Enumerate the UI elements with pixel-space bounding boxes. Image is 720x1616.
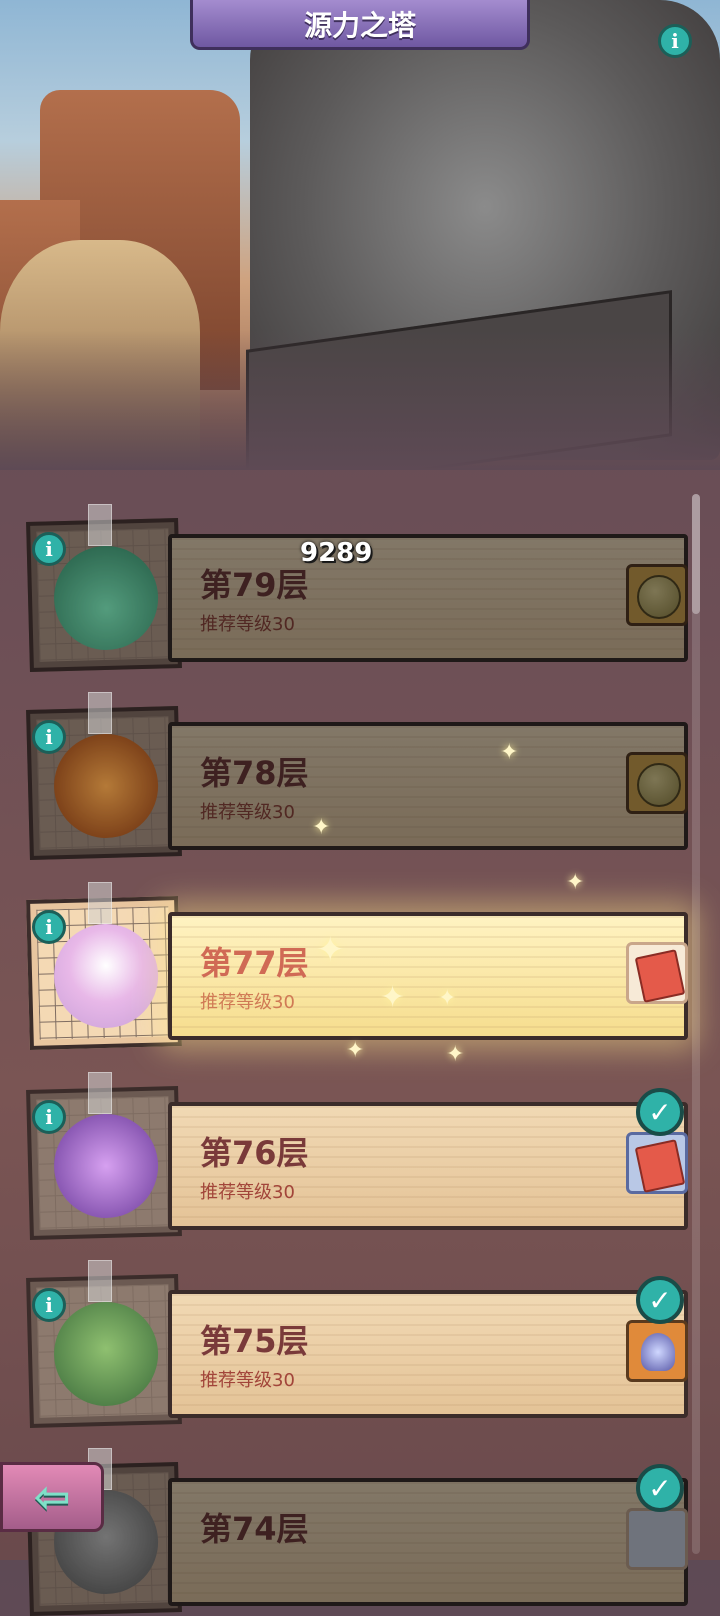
floor-row-76[interactable]: 第76层 推荐等级30 i ✓ — [26, 1072, 688, 1240]
floor-card: 第77层 推荐等级30 — [168, 912, 688, 1040]
info-icon[interactable]: i — [32, 1288, 66, 1322]
floor-label: 第75层 — [200, 1322, 309, 1360]
floor-row-74[interactable]: 第74层 ✓ — [26, 1448, 688, 1616]
floor-card: 第76层 推荐等级30 — [168, 1102, 688, 1230]
reward-book-icon[interactable] — [626, 1132, 688, 1194]
sparkle-icon: ✦ — [500, 740, 519, 765]
recommended-level: 推荐等级30 — [200, 1182, 295, 1203]
reward-clock-icon[interactable] — [626, 1508, 688, 1570]
floor-label: 第79层 — [200, 566, 309, 604]
sparkle-icon: ✦ — [346, 1038, 365, 1063]
sparkle-icon: ✦ — [316, 930, 345, 970]
sparkle-icon: ✦ — [566, 870, 585, 895]
check-icon: ✓ — [636, 1088, 684, 1136]
recommended-level: 推荐等级30 — [200, 614, 295, 635]
info-icon[interactable]: i — [32, 1100, 66, 1134]
recommended-level: 推荐等级30 — [200, 1370, 295, 1391]
reward-coin-icon[interactable] — [626, 564, 688, 626]
reward-book-icon[interactable] — [626, 942, 688, 1004]
sparkle-icon: ✦ — [438, 986, 457, 1011]
info-icon[interactable]: i — [32, 720, 66, 754]
check-icon: ✓ — [636, 1464, 684, 1512]
floor-row-75[interactable]: 第75层 推荐等级30 i ✓ — [26, 1260, 688, 1428]
info-icon[interactable]: i — [32, 532, 66, 566]
title-banner: 源力之塔 — [190, 0, 530, 50]
sparkle-icon: ✦ — [312, 815, 331, 840]
check-icon: ✓ — [636, 1276, 684, 1324]
floor-card: 第74层 — [168, 1478, 688, 1606]
floor-label: 第78层 — [200, 754, 309, 792]
recommended-level: 推荐等级30 — [200, 992, 295, 1013]
back-button[interactable]: ⇦ — [0, 1462, 104, 1532]
floor-label: 第77层 — [200, 944, 309, 982]
reward-crystal-icon[interactable] — [626, 1320, 688, 1382]
damage-popup: 9289 — [300, 538, 373, 568]
floor-row-77[interactable]: 第77层 推荐等级30 i — [26, 882, 688, 1050]
reward-coin-icon[interactable] — [626, 752, 688, 814]
floor-label: 第74层 — [200, 1510, 309, 1548]
floor-card: 第75层 推荐等级30 — [168, 1290, 688, 1418]
info-icon[interactable]: i — [32, 910, 66, 944]
hero-illustration — [0, 0, 720, 470]
recommended-level: 推荐等级30 — [200, 802, 295, 823]
info-icon[interactable]: i — [658, 24, 692, 58]
scrollbar-track — [692, 494, 700, 1554]
scrollbar-thumb[interactable] — [692, 494, 700, 614]
sparkle-icon: ✦ — [380, 980, 406, 1015]
sparkle-icon: ✦ — [446, 1042, 465, 1067]
floor-card: 第79层 推荐等级30 — [168, 534, 688, 662]
back-arrow-icon: ⇦ — [33, 1471, 71, 1523]
floor-label: 第76层 — [200, 1134, 309, 1172]
page-title: 源力之塔 — [303, 8, 416, 42]
floor-card: 第78层 推荐等级30 — [168, 722, 688, 850]
floor-row-78[interactable]: 第78层 推荐等级30 i — [26, 692, 688, 860]
